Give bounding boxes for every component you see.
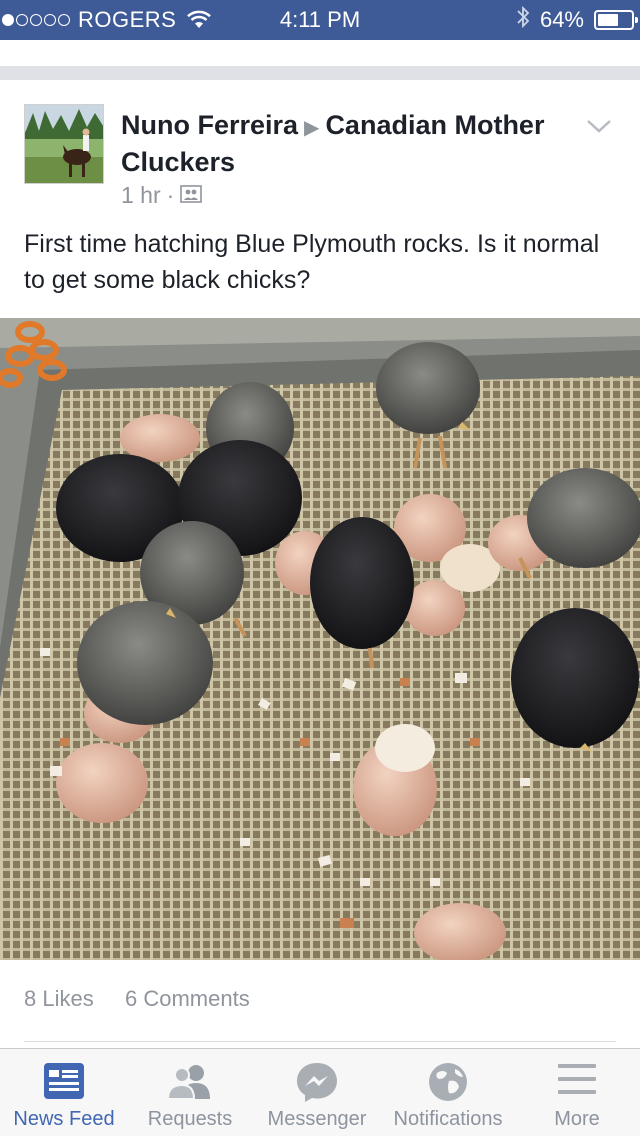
post-photo[interactable] (0, 318, 640, 960)
author-avatar[interactable] (24, 104, 104, 184)
tab-more[interactable]: More (514, 1049, 640, 1137)
post-time[interactable]: 1 hr (121, 182, 161, 209)
meta-separator: · (166, 182, 175, 208)
tab-notifications[interactable]: Notifications (382, 1049, 514, 1137)
feed-separator (0, 40, 640, 80)
tab-label: News Feed (13, 1108, 115, 1130)
post-title: Nuno Ferreira ▶ Canadian Mother Cluckers (121, 108, 551, 179)
tab-label: Messenger (267, 1108, 367, 1130)
likes-count[interactable]: 8 Likes (24, 986, 94, 1012)
post-text: First time hatching Blue Plymouth rocks.… (24, 230, 600, 294)
comments-count[interactable]: 6 Comments (125, 986, 250, 1012)
audience-group-icon (180, 182, 203, 209)
tab-news-feed[interactable]: News Feed (0, 1049, 128, 1137)
news-feed-icon (42, 1061, 86, 1107)
post-options-chevron-icon[interactable] (586, 118, 612, 139)
tab-label: Requests (147, 1108, 233, 1130)
battery-percent: 64% (539, 7, 584, 32)
author-name[interactable]: Nuno Ferreira (121, 110, 298, 140)
post-engagement: 8 Likes 6 Comments (0, 960, 640, 1044)
friend-requests-icon (166, 1061, 214, 1107)
post-meta: 1 hr · (121, 182, 203, 209)
tab-label: More (554, 1108, 600, 1130)
bluetooth-icon (516, 5, 530, 35)
globe-icon (427, 1061, 469, 1109)
menu-icon (556, 1061, 598, 1103)
status-bar: ROGERS 4:11 PM 64% (0, 0, 640, 40)
share-arrow-icon: ▶ (304, 117, 320, 139)
divider (24, 1041, 616, 1042)
post-header: Nuno Ferreira ▶ Canadian Mother Cluckers 1… (0, 80, 640, 300)
battery-level-fill (598, 14, 619, 26)
tab-requests[interactable]: Requests (128, 1049, 252, 1137)
tab-label: Notifications (393, 1108, 503, 1130)
battery-icon (594, 10, 638, 30)
bottom-tab-bar: News Feed Requests Messenger Notificatio… (0, 1048, 640, 1136)
tab-messenger[interactable]: Messenger (252, 1049, 382, 1137)
messenger-icon (295, 1061, 339, 1109)
